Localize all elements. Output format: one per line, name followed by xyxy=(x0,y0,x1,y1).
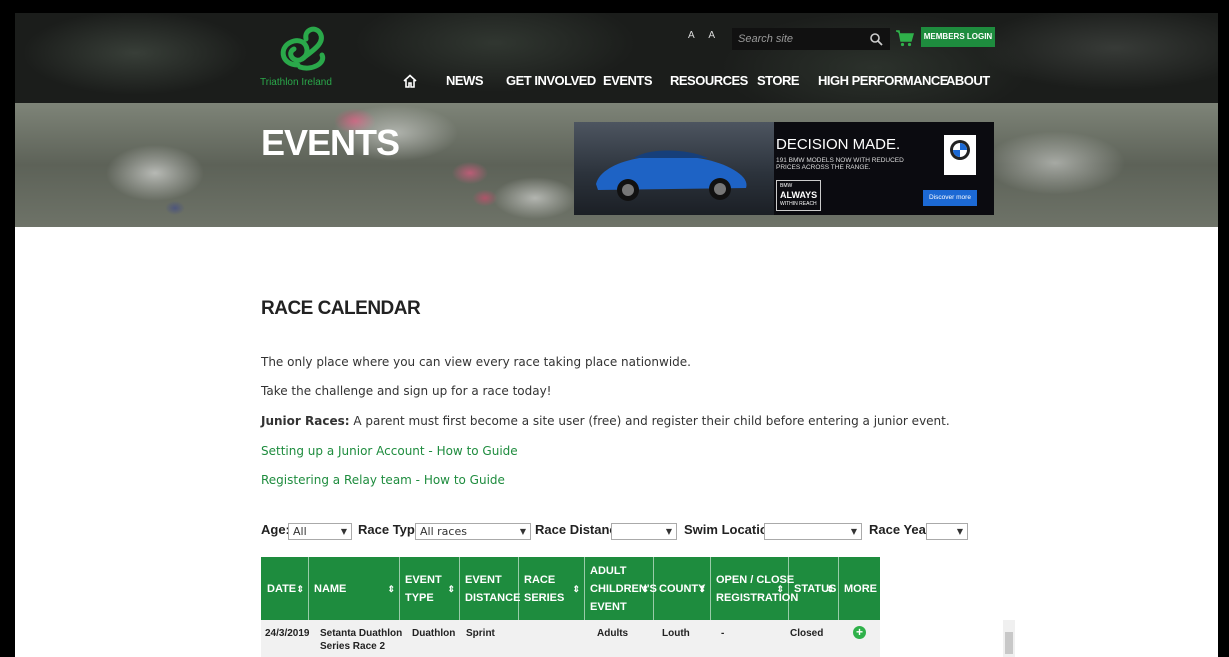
column-header-line: RACE xyxy=(524,573,556,586)
dropdown-arrow-icon: ▼ xyxy=(956,527,963,536)
column-header-label: DATE xyxy=(267,582,297,595)
column-header-county[interactable]: COUNTY ⇕ xyxy=(653,557,710,620)
site-header: Triathlon Ireland A A MEMBERS LOGIN NEWS… xyxy=(15,13,1218,103)
sort-icon[interactable]: ⇕ xyxy=(447,580,455,598)
junior-account-guide-link[interactable]: Setting up a Junior Account - How to Gui… xyxy=(261,444,518,458)
age-filter-label: Age: xyxy=(261,522,290,537)
more-plus-icon[interactable]: + xyxy=(853,626,866,639)
sort-icon[interactable]: ⇕ xyxy=(387,580,395,598)
search-icon[interactable] xyxy=(869,32,883,46)
cell-event-distance: Sprint xyxy=(466,628,495,639)
nav-about[interactable]: ABOUT xyxy=(946,71,990,91)
column-header-adult-children[interactable]: ADULT CHILDREN'S EVENT ⇕ xyxy=(584,557,657,620)
column-header-race-series[interactable]: RACE SERIES ⇕ xyxy=(518,557,584,620)
ad-tag-main: ALWAYS xyxy=(780,190,818,200)
cart-icon[interactable] xyxy=(895,28,915,48)
cell-status: Closed xyxy=(790,628,824,639)
nav-store[interactable]: STORE xyxy=(757,71,800,91)
ad-car-image xyxy=(574,122,774,215)
column-header-event-distance[interactable]: EVENT DISTANCE xyxy=(459,557,520,620)
column-header-label: EVENT TYPE xyxy=(405,571,442,607)
nav-resources[interactable]: RESOURCES xyxy=(670,71,748,91)
ad-tag-sub: WITHIN REACH xyxy=(780,201,817,207)
intro-text-1: The only place where you can view every … xyxy=(261,355,691,369)
sort-icon[interactable]: ⇕ xyxy=(826,580,834,598)
column-header-line: ADULT xyxy=(590,564,627,577)
home-icon[interactable] xyxy=(402,73,418,89)
junior-races-label: Junior Races: xyxy=(261,414,350,428)
column-header-label: EVENT DISTANCE xyxy=(465,571,520,607)
dropdown-arrow-icon: ▼ xyxy=(519,527,526,536)
bmw-logo-icon xyxy=(944,135,976,175)
cell-adult-children: Adults xyxy=(597,628,629,639)
race-calendar-heading: RACE CALENDAR xyxy=(261,298,421,319)
column-header-line: REGISTRATION xyxy=(716,591,799,604)
column-header-date[interactable]: DATE ⇕ xyxy=(261,557,308,620)
column-header-label: OPEN / CLOSE REGISTRATION xyxy=(716,571,798,607)
members-login-button[interactable]: MEMBERS LOGIN xyxy=(921,27,995,47)
ad-discover-more-button[interactable]: Discover more xyxy=(923,190,977,206)
dropdown-arrow-icon: ▼ xyxy=(340,527,347,536)
sort-icon[interactable]: ⇕ xyxy=(641,580,649,598)
column-header-line: EVENT xyxy=(590,600,627,613)
window-frame-top xyxy=(0,0,1229,13)
ad-headline: DECISION MADE. xyxy=(776,136,901,153)
dropdown-arrow-icon: ▼ xyxy=(665,527,672,536)
column-header-registration[interactable]: OPEN / CLOSE REGISTRATION ⇕ xyxy=(710,557,798,620)
sort-icon[interactable]: ⇕ xyxy=(572,580,580,598)
sort-icon[interactable]: ⇕ xyxy=(776,580,784,598)
swim-location-select[interactable]: ▼ xyxy=(764,523,862,540)
cell-event-type: Duathlon xyxy=(412,628,456,639)
page-title: EVENTS xyxy=(261,122,400,163)
nav-events[interactable]: EVENTS xyxy=(603,71,653,91)
race-type-select-value: All races xyxy=(420,525,467,538)
cell-name-line: Setanta Duathlon xyxy=(320,628,403,639)
window-frame-left xyxy=(0,0,15,657)
font-size-toggle[interactable]: A A xyxy=(688,30,721,41)
logo-text: Triathlon Ireland xyxy=(260,77,332,88)
bmw-advertisement[interactable]: DECISION MADE. 191 BMW MODELS NOW WITH R… xyxy=(574,122,994,215)
race-year-select[interactable]: ▼ xyxy=(926,523,968,540)
relay-team-guide-link[interactable]: Registering a Relay team - How to Guide xyxy=(261,473,505,487)
intro-text-2: Take the challenge and sign up for a rac… xyxy=(261,384,552,398)
ad-tagline: BMW ALWAYS WITHIN REACH xyxy=(776,180,822,211)
age-select-value: All xyxy=(293,525,307,538)
nav-high-performance[interactable]: HIGH PERFORMANCE xyxy=(818,71,948,91)
window-frame-right xyxy=(1218,0,1229,657)
column-header-name[interactable]: NAME ⇕ xyxy=(308,557,399,620)
sort-icon[interactable]: ⇕ xyxy=(296,580,304,598)
race-type-select[interactable]: All races ▼ xyxy=(415,523,531,540)
cell-date: 24/3/2019 xyxy=(265,628,310,639)
column-header-line: SERIES xyxy=(524,591,565,604)
cell-county: Louth xyxy=(662,628,690,639)
cell-name-line: Series Race 2 xyxy=(320,641,386,652)
sort-icon[interactable]: ⇕ xyxy=(698,580,706,598)
cell-name: Setanta Duathlon Series Race 2 xyxy=(320,627,402,653)
nav-get-involved[interactable]: GET INVOLVED xyxy=(506,71,596,91)
column-header-line: DISTANCE xyxy=(465,591,521,604)
column-header-label: RACE SERIES xyxy=(524,571,564,607)
column-header-event-type[interactable]: EVENT TYPE ⇕ xyxy=(399,557,459,620)
table-scrollbar-thumb[interactable] xyxy=(1005,632,1013,654)
column-header-label: MORE xyxy=(844,582,877,595)
hero-banner: EVENTS DECISION MADE. 191 BMW MODELS NOW… xyxy=(15,103,1218,227)
column-header-line: EVENT xyxy=(405,573,442,586)
cell-registration: - xyxy=(721,628,725,639)
column-header-line: TYPE xyxy=(405,591,434,604)
junior-races-note: Junior Races: A parent must first become… xyxy=(261,414,950,428)
junior-races-text: A parent must first become a site user (… xyxy=(349,414,950,428)
dropdown-arrow-icon: ▼ xyxy=(850,527,857,536)
column-header-more: MORE xyxy=(838,557,880,620)
search-input[interactable] xyxy=(732,28,890,50)
column-header-label: NAME xyxy=(314,582,347,595)
column-header-line: EVENT xyxy=(465,573,502,586)
race-distance-select[interactable]: ▼ xyxy=(611,523,677,540)
age-select[interactable]: All ▼ xyxy=(288,523,352,540)
nav-news[interactable]: NEWS xyxy=(446,71,484,91)
column-header-status[interactable]: STATUS ⇕ xyxy=(788,557,838,620)
ad-subline: 191 BMW MODELS NOW WITH REDUCED PRICES A… xyxy=(776,157,904,171)
